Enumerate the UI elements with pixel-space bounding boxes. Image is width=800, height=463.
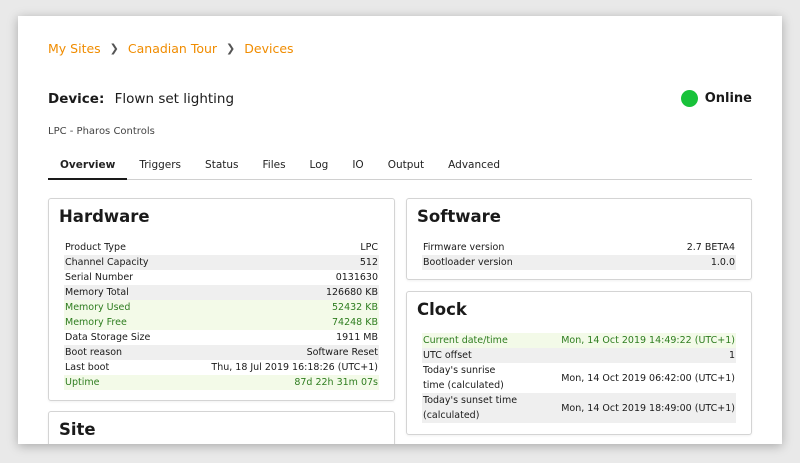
- tab-log[interactable]: Log: [298, 156, 341, 180]
- row-key: Uptime: [65, 377, 100, 388]
- chevron-right-icon: ❯: [109, 42, 119, 55]
- row-key: Last boot: [65, 362, 110, 373]
- row-key: Today's sunrise time (calculated): [423, 365, 504, 391]
- site-title: Site: [59, 420, 96, 439]
- table-row: Channel Capacity 512: [64, 255, 379, 270]
- table-row: Current date/time Mon, 14 Oct 2019 14:49:…: [422, 333, 736, 348]
- device-subtitle: LPC - Pharos Controls: [48, 126, 155, 137]
- tab-triggers[interactable]: Triggers: [127, 156, 193, 180]
- row-key: Channel Capacity: [65, 257, 149, 268]
- row-value: Mon, 14 Oct 2019 18:49:00 (UTC+1): [561, 402, 735, 414]
- row-key: Current date/time: [423, 335, 508, 346]
- row-value: Mon, 14 Oct 2019 14:49:22 (UTC+1): [561, 335, 735, 346]
- device-name: Flown set lighting: [114, 90, 235, 107]
- software-table: Firmware version 2.7 BETA4 Bootloader ver…: [422, 240, 736, 270]
- clock-panel: Clock Current date/time Mon, 14 Oct 2019 …: [406, 291, 752, 435]
- row-value: Software Reset: [306, 347, 378, 358]
- table-row: Today's sunrise time (calculated) Mon, 14…: [422, 363, 736, 393]
- hardware-title: Hardware: [59, 207, 150, 226]
- hardware-panel: Hardware Product Type LPC Channel Capacit…: [48, 198, 395, 401]
- row-value: 1: [728, 350, 735, 361]
- row-value: 512: [359, 257, 378, 268]
- row-key: Memory Used: [65, 302, 131, 313]
- table-row: Last boot Thu, 18 Jul 2019 16:18:26 (UTC+…: [64, 360, 379, 375]
- row-key: Product Type: [65, 242, 126, 253]
- breadcrumb-my-sites[interactable]: My Sites: [48, 41, 101, 56]
- row-value: 87d 22h 31m 07s: [294, 377, 378, 388]
- device-label: Device:: [48, 90, 105, 107]
- row-key: Data Storage Size: [65, 332, 151, 343]
- chevron-right-icon: ❯: [226, 42, 236, 55]
- row-key: Memory Free: [65, 317, 127, 328]
- clock-table: Current date/time Mon, 14 Oct 2019 14:49:…: [422, 333, 736, 423]
- site-panel: Site: [48, 411, 395, 444]
- table-row: Boot reason Software Reset: [64, 345, 379, 360]
- clock-title: Clock: [417, 300, 467, 319]
- tab-io[interactable]: IO: [340, 156, 375, 180]
- table-row: Today's sunset time (calculated) Mon, 14 …: [422, 393, 736, 423]
- row-key: Firmware version: [423, 242, 505, 253]
- row-value: LPC: [360, 242, 378, 253]
- tab-status[interactable]: Status: [193, 156, 250, 180]
- table-row: Memory Total 126680 KB: [64, 285, 379, 300]
- breadcrumb-canadian-tour[interactable]: Canadian Tour: [128, 41, 217, 56]
- row-value: 1.0.0: [710, 257, 735, 268]
- row-key: UTC offset: [423, 350, 472, 361]
- row-value: Mon, 14 Oct 2019 06:42:00 (UTC+1): [561, 372, 735, 384]
- row-key: Boot reason: [65, 347, 123, 358]
- software-title: Software: [417, 207, 501, 226]
- row-value: 2.7 BETA4: [686, 242, 735, 253]
- tab-files[interactable]: Files: [251, 156, 298, 180]
- software-panel: Software Firmware version 2.7 BETA4 Bootl…: [406, 198, 752, 280]
- table-row: Uptime 87d 22h 31m 07s: [64, 375, 379, 390]
- app-window: My Sites ❯ Canadian Tour ❯ Devices Devic…: [18, 16, 782, 444]
- row-value: 126680 KB: [325, 287, 378, 298]
- table-row: Product Type LPC: [64, 240, 379, 255]
- tab-advanced[interactable]: Advanced: [436, 156, 512, 180]
- status-text: Online: [704, 91, 752, 106]
- tab-bar: Overview Triggers Status Files Log IO Ou…: [48, 156, 752, 180]
- row-key: Today's sunset time (calculated): [423, 395, 518, 421]
- table-row: Memory Used 52432 KB: [64, 300, 379, 315]
- tab-overview[interactable]: Overview: [48, 156, 128, 180]
- table-row: Data Storage Size 1911 MB: [64, 330, 379, 345]
- hardware-table: Product Type LPC Channel Capacity 512 Seri…: [64, 240, 379, 390]
- row-key: Serial Number: [65, 272, 134, 283]
- row-value: 0131630: [335, 272, 378, 283]
- row-value: Thu, 18 Jul 2019 16:18:26 (UTC+1): [211, 362, 378, 373]
- tab-output[interactable]: Output: [376, 156, 436, 180]
- row-value: 74248 KB: [332, 317, 378, 328]
- device-title: Device: Flown set lighting: [48, 91, 234, 107]
- row-key: Bootloader version: [423, 257, 513, 268]
- row-key: Memory Total: [65, 287, 129, 298]
- breadcrumb-devices[interactable]: Devices: [244, 41, 293, 56]
- table-row: Firmware version 2.7 BETA4: [422, 240, 736, 255]
- device-header: Device: Flown set lighting Online: [48, 90, 752, 107]
- status-dot-icon: [680, 90, 698, 107]
- breadcrumb: My Sites ❯ Canadian Tour ❯ Devices: [48, 41, 294, 56]
- table-row: UTC offset 1: [422, 348, 736, 363]
- row-value: 52432 KB: [332, 302, 378, 313]
- table-row: Serial Number 0131630: [64, 270, 379, 285]
- table-row: Bootloader version 1.0.0: [422, 255, 736, 270]
- status-indicator: Online: [680, 90, 752, 107]
- table-row: Memory Free 74248 KB: [64, 315, 379, 330]
- row-value: 1911 MB: [336, 332, 378, 343]
